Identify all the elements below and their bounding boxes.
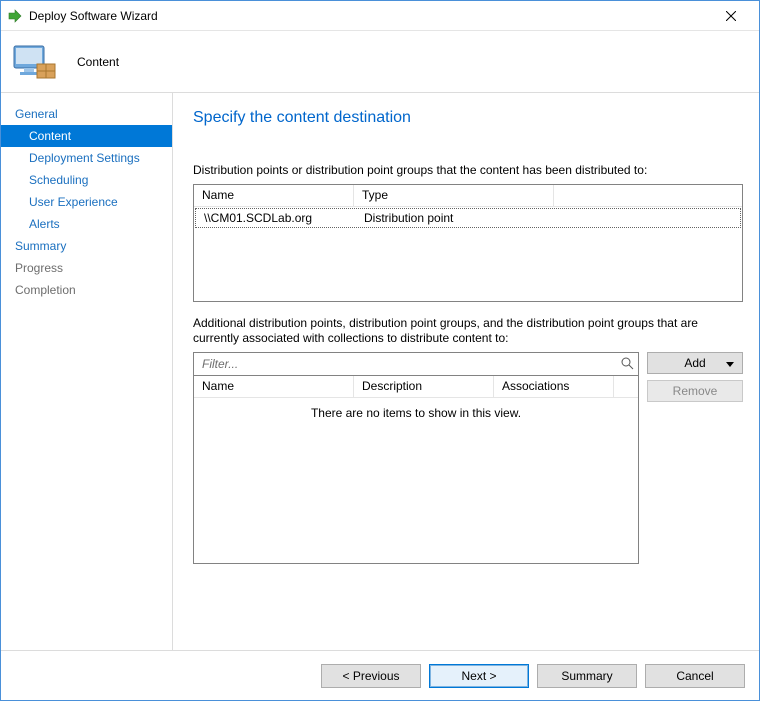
- window-title: Deploy Software Wizard: [29, 9, 711, 23]
- close-button[interactable]: [711, 2, 751, 30]
- add-button[interactable]: Add: [647, 352, 743, 374]
- additional-table-header: Name Description Associations: [194, 376, 638, 398]
- page-heading: Specify the content destination: [193, 109, 743, 127]
- wizard-footer: < Previous Next > Summary Cancel: [1, 650, 759, 700]
- step-summary[interactable]: Summary: [1, 235, 172, 257]
- monitor-box-icon: [13, 42, 57, 82]
- additional-section: Name Description Associations There are …: [193, 352, 743, 564]
- next-button[interactable]: Next >: [429, 664, 529, 688]
- header-banner: Content: [1, 31, 759, 93]
- add-button-label: Add: [684, 356, 705, 370]
- col2-desc-header[interactable]: Description: [354, 376, 494, 397]
- step-content[interactable]: Content: [1, 125, 172, 147]
- filter-wrap: [193, 352, 639, 376]
- chevron-down-icon: [726, 356, 734, 370]
- close-icon: [726, 11, 736, 21]
- row-name: \\CM01.SCDLab.org: [196, 209, 356, 227]
- search-icon[interactable]: [620, 356, 634, 373]
- cancel-button[interactable]: Cancel: [645, 664, 745, 688]
- wizard-window: Deploy Software Wizard Content: [0, 0, 760, 701]
- row-type: Distribution point: [356, 209, 556, 227]
- summary-button[interactable]: Summary: [537, 664, 637, 688]
- col-name-header[interactable]: Name: [194, 185, 354, 206]
- filter-input[interactable]: [200, 356, 620, 372]
- step-scheduling[interactable]: Scheduling: [1, 169, 172, 191]
- additional-table: Name Description Associations There are …: [193, 376, 639, 564]
- side-buttons: Add Remove: [647, 352, 743, 402]
- step-alerts[interactable]: Alerts: [1, 213, 172, 235]
- previous-button[interactable]: < Previous: [321, 664, 421, 688]
- step-user-experience[interactable]: User Experience: [1, 191, 172, 213]
- content-pane: Specify the content destination Distribu…: [173, 93, 759, 650]
- banner-title: Content: [77, 55, 119, 69]
- section2-label: Additional distribution points, distribu…: [193, 316, 743, 346]
- col-type-header[interactable]: Type: [354, 185, 554, 206]
- empty-message: There are no items to show in this view.: [194, 398, 638, 420]
- step-sidebar: General Content Deployment Settings Sche…: [1, 93, 173, 650]
- title-bar: Deploy Software Wizard: [1, 1, 759, 31]
- distributed-table-header: Name Type: [194, 185, 742, 207]
- table-row[interactable]: \\CM01.SCDLab.org Distribution point: [195, 208, 741, 228]
- step-deployment-settings[interactable]: Deployment Settings: [1, 147, 172, 169]
- col2-name-header[interactable]: Name: [194, 376, 354, 397]
- step-completion: Completion: [1, 279, 172, 301]
- step-general[interactable]: General: [1, 103, 172, 125]
- remove-button: Remove: [647, 380, 743, 402]
- app-arrow-icon: [7, 8, 23, 24]
- remove-button-label: Remove: [673, 384, 718, 398]
- distributed-table: Name Type \\CM01.SCDLab.org Distribution…: [193, 184, 743, 302]
- section1-label: Distribution points or distribution poin…: [193, 163, 743, 178]
- wizard-body: General Content Deployment Settings Sche…: [1, 93, 759, 650]
- col2-assoc-header[interactable]: Associations: [494, 376, 614, 397]
- step-progress: Progress: [1, 257, 172, 279]
